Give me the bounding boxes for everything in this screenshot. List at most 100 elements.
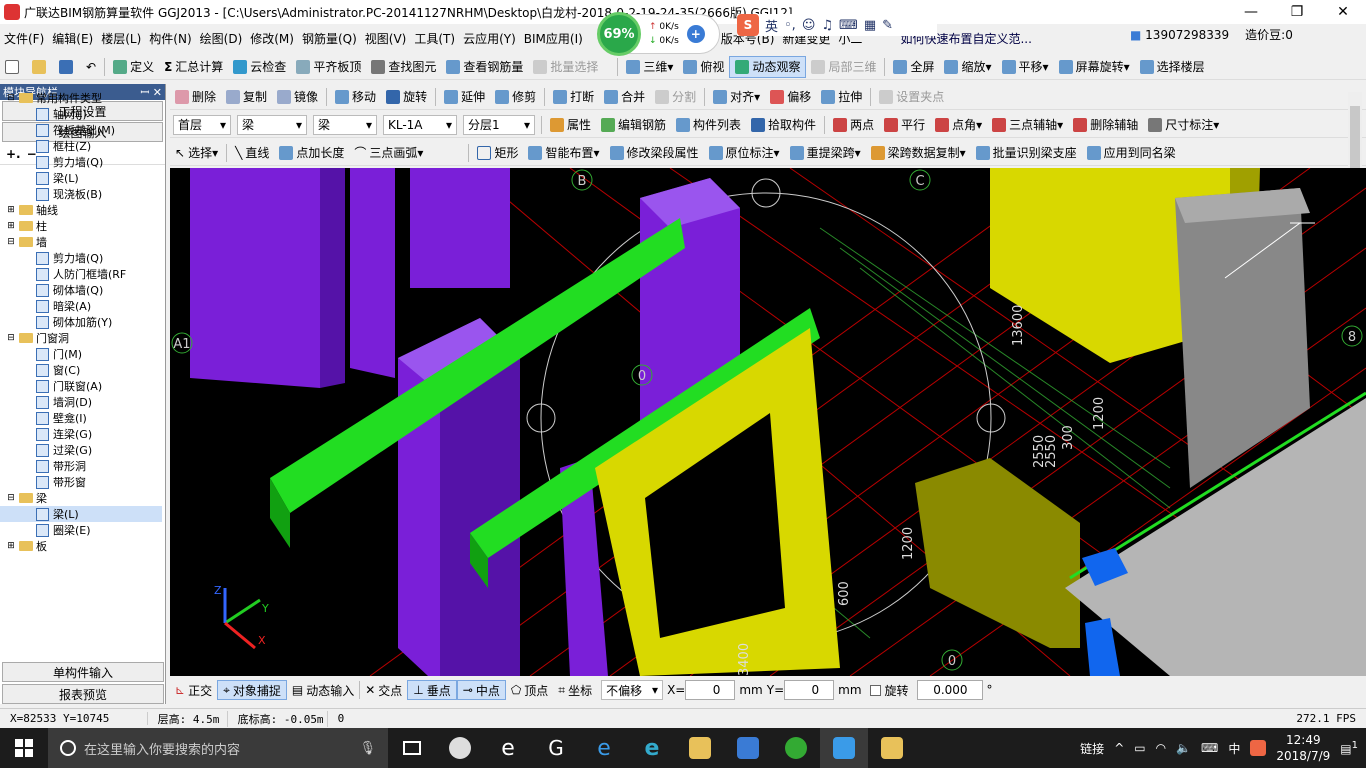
glodon-app-icon[interactable] <box>724 728 772 768</box>
ortho-button[interactable]: ⊾ 正交 <box>170 680 217 700</box>
clock[interactable]: 12:49 2018/7/9 <box>1276 732 1330 764</box>
tree-item[interactable]: 门联窗(A) <box>0 378 162 394</box>
member-select[interactable]: KL-1A ▾ <box>383 114 457 135</box>
edge-icon[interactable]: e <box>580 728 628 768</box>
re-span-button[interactable]: 重提梁跨 ▾ <box>785 142 866 164</box>
tree-item[interactable]: 现浇板(B) <box>0 186 162 202</box>
minimize-button[interactable]: — <box>1228 0 1274 24</box>
dimension-button[interactable]: 尺寸标注 ▾ <box>1143 114 1224 136</box>
notification-icon[interactable]: ▤1 <box>1340 740 1358 756</box>
tree-folder[interactable]: ⊟ 墙 <box>0 234 162 250</box>
active-app-icon[interactable] <box>820 728 868 768</box>
move-button[interactable]: 移动 <box>330 86 381 108</box>
new-icon[interactable] <box>0 56 27 78</box>
taskbar-search[interactable]: 在这里输入你要搜索的内容 🎙 <box>48 728 388 768</box>
offset-select[interactable]: 不偏移 ▾ <box>601 680 664 700</box>
in-situ-label-button[interactable]: 原位标注 ▾ <box>704 142 785 164</box>
tree-item[interactable]: 壁龛(I) <box>0 410 162 426</box>
undo-icon[interactable]: ↶ <box>81 56 101 78</box>
3d-viewport[interactable]: B C A1 0 8 0 13600 1200 300 2550 2550 12… <box>170 168 1366 676</box>
battery-icon[interactable]: ▭ <box>1134 741 1145 755</box>
file-explorer-icon[interactable] <box>676 728 724 768</box>
expand-toggle-icon[interactable]: ⊞ <box>6 205 16 215</box>
extend-button[interactable]: 延伸 <box>439 86 490 108</box>
tree-item[interactable]: 轴网(J) <box>0 106 162 122</box>
tree-folder[interactable]: ⊞ 板 <box>0 538 162 554</box>
browser-e-icon[interactable]: e <box>484 728 532 768</box>
point-angle-button[interactable]: 点角 ▾ <box>930 114 987 136</box>
volume-icon[interactable]: 🔈 <box>1176 741 1191 755</box>
ime-mode[interactable]: 英 <box>765 16 778 35</box>
menu-member[interactable]: 构件(N) <box>145 30 195 47</box>
rectangle-button[interactable]: 矩形 <box>472 142 523 164</box>
two-point-button[interactable]: 两点 <box>828 114 879 136</box>
ime-settings-icon[interactable]: ✎ <box>882 18 893 33</box>
ime-mic-icon[interactable]: ♫ <box>821 18 833 33</box>
property-button[interactable]: 属性 <box>545 114 596 136</box>
pick-member-button[interactable]: 拾取构件 <box>746 114 821 136</box>
tree-item[interactable]: 带形洞 <box>0 458 162 474</box>
menu-rebar[interactable]: 钢筋量(Q) <box>298 30 361 47</box>
rotate-checkbox[interactable] <box>869 684 881 696</box>
layer-select[interactable]: 分层1 ▾ <box>463 114 535 135</box>
delete-button[interactable]: 删除 <box>170 86 221 108</box>
close-button[interactable]: ✕ <box>1320 0 1366 24</box>
tree-item[interactable]: 门(M) <box>0 346 162 362</box>
tree-item[interactable]: 剪力墙(Q) <box>0 250 162 266</box>
intersection-button[interactable]: ✕ 交点 <box>360 680 407 700</box>
offset-button[interactable]: 偏移 <box>765 86 816 108</box>
notes-app-icon[interactable] <box>868 728 916 768</box>
zoom-button[interactable]: 缩放 ▾ <box>939 56 996 78</box>
top-view-button[interactable]: 俯视 <box>678 56 729 78</box>
menu-bim[interactable]: BIM应用(I) <box>520 30 587 47</box>
3d-button[interactable]: 三维 ▾ <box>621 56 678 78</box>
batch-support-button[interactable]: 批量识别梁支座 <box>971 142 1082 164</box>
menu-floor[interactable]: 楼层(L) <box>97 30 145 47</box>
set-grip-button[interactable]: 设置夹点 <box>874 86 949 108</box>
tree-folder[interactable]: ⊟ 门窗洞 <box>0 330 162 346</box>
parallel-button[interactable]: 平行 <box>879 114 930 136</box>
member-list-button[interactable]: 构件列表 <box>671 114 746 136</box>
fullscreen-button[interactable]: 全屏 <box>888 56 939 78</box>
rotate-button[interactable]: 旋转 <box>381 86 432 108</box>
tree-folder[interactable]: ⊞ 柱 <box>0 218 162 234</box>
align-button[interactable]: 对齐 ▾ <box>708 86 765 108</box>
trim-button[interactable]: 修剪 <box>490 86 541 108</box>
ime-punct-icon[interactable]: ◦, <box>784 18 796 33</box>
edit-rebar-button[interactable]: 编辑钢筋 <box>596 114 671 136</box>
tray-link-label[interactable]: 链接 <box>1080 740 1104 757</box>
tree-item[interactable]: 梁(L) <box>0 170 162 186</box>
expand-toggle-icon[interactable]: ⊟ <box>6 333 16 343</box>
grey-column[interactable] <box>1175 188 1310 488</box>
column[interactable] <box>410 168 510 288</box>
menu-cloud[interactable]: 云应用(Y) <box>459 30 520 47</box>
mirror-button[interactable]: 镜像 <box>272 86 323 108</box>
boost-icon[interactable]: + <box>686 25 705 43</box>
ime-keyboard-icon[interactable]: ⌨ <box>839 18 858 33</box>
tree-folder[interactable]: ⊞ 轴线 <box>0 202 162 218</box>
tree-item[interactable]: 框柱(Z) <box>0 138 162 154</box>
scene-canvas[interactable]: B C A1 0 8 0 13600 1200 300 2550 2550 12… <box>170 168 1366 676</box>
view-rebar-button[interactable]: 查看钢筋量 <box>441 56 528 78</box>
network-icon[interactable]: ◠ <box>1156 741 1166 755</box>
column[interactable] <box>190 168 320 388</box>
delete-axis-button[interactable]: 删除辅轴 <box>1068 114 1143 136</box>
tree-item[interactable]: 砌体加筋(Y) <box>0 314 162 330</box>
point-length-button[interactable]: 点加长度 <box>274 142 349 164</box>
windows-start-button[interactable] <box>0 728 48 768</box>
tree-item[interactable]: 过梁(G) <box>0 442 162 458</box>
menu-tools[interactable]: 工具(T) <box>410 30 459 47</box>
x-input[interactable] <box>685 680 736 700</box>
vertex-button[interactable]: ⬠ 顶点 <box>506 680 553 700</box>
y-input[interactable] <box>784 680 835 700</box>
expand-toggle-icon[interactable]: ⊞ <box>6 541 16 551</box>
align-slab-top-button[interactable]: 平齐板顶 <box>291 56 366 78</box>
spiral-app-icon[interactable]: G <box>532 728 580 768</box>
merge-button[interactable]: 合并 <box>599 86 650 108</box>
sogou-tray-icon[interactable] <box>1250 740 1267 756</box>
tree-item[interactable]: 圈梁(E) <box>0 522 162 538</box>
floor-select[interactable]: 首层 ▾ <box>173 114 231 135</box>
expand-toggle-icon[interactable]: ⊟ <box>6 493 16 503</box>
three-point-axis-button[interactable]: 三点辅轴 ▾ <box>987 114 1068 136</box>
tree-item[interactable]: 墙洞(D) <box>0 394 162 410</box>
